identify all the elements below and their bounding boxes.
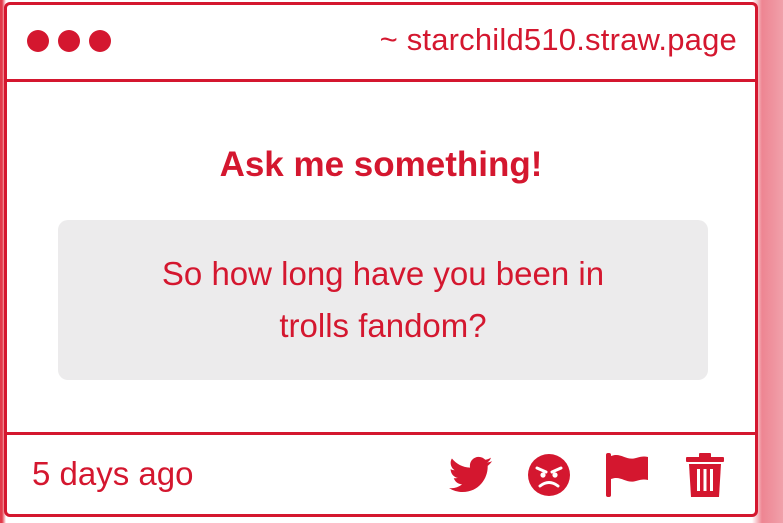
delete-button[interactable] bbox=[683, 453, 727, 497]
question-text: So how long have you been in trolls fand… bbox=[161, 255, 605, 344]
react-angry-button[interactable] bbox=[527, 453, 571, 497]
flag-icon bbox=[606, 453, 648, 497]
angry-face-icon bbox=[528, 454, 570, 496]
question-card: So how long have you been in trolls fand… bbox=[58, 220, 708, 380]
page-url: ~ starchild510.straw.page bbox=[379, 22, 737, 57]
page-title: Ask me something! bbox=[219, 145, 543, 184]
action-icons bbox=[449, 453, 727, 497]
window-controls bbox=[27, 30, 111, 52]
window-dot-2[interactable] bbox=[58, 30, 80, 52]
content-area: Ask me something! So how long have you b… bbox=[7, 82, 755, 432]
timestamp: 5 days ago bbox=[32, 455, 194, 492]
report-button[interactable] bbox=[605, 453, 649, 497]
trash-icon bbox=[686, 453, 724, 497]
window-dot-1[interactable] bbox=[27, 30, 49, 52]
footer-bar: 5 days ago bbox=[7, 432, 755, 514]
share-twitter-button[interactable] bbox=[449, 453, 493, 497]
window-dot-3[interactable] bbox=[89, 30, 111, 52]
browser-window: ~ starchild510.straw.page Ask me somethi… bbox=[4, 2, 758, 517]
title-bar: ~ starchild510.straw.page bbox=[7, 5, 755, 82]
twitter-icon bbox=[449, 456, 493, 493]
